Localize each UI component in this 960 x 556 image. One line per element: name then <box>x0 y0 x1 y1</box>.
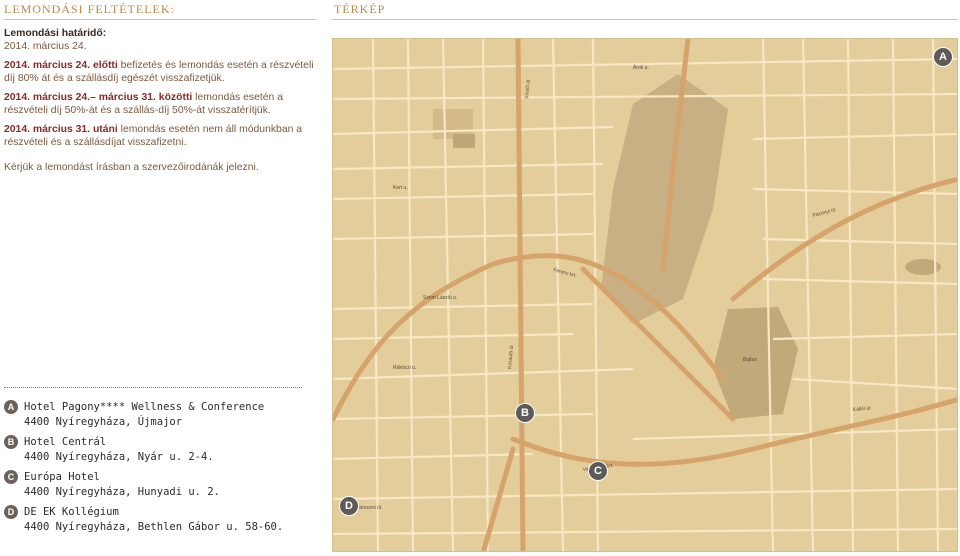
legend-item-d: D DE EK Kollégium 4400 Nyíregyháza, Beth… <box>4 505 304 540</box>
rule-before-date: 2014. március 24. előtti <box>4 60 118 71</box>
map-pin-b[interactable]: B <box>515 403 535 423</box>
rule-between-date: 2014. március 24.– március 31. közötti <box>4 92 193 103</box>
street-label: Szent László u. <box>423 295 457 301</box>
street-label: Kert u. <box>393 185 408 191</box>
conditions-divider <box>4 19 316 20</box>
street-label: Pazonyi út <box>812 207 837 219</box>
map-canvas: Sóstói út Kossuth út Árok u. Kert u. Sze… <box>333 39 957 551</box>
hotel-address: 4400 Nyíregyháza, Hunyadi u. 2. <box>24 486 220 498</box>
legend-separator <box>4 387 302 388</box>
hotel-address: 4400 Nyíregyháza, Bethlen Gábor u. 58-60… <box>24 521 284 533</box>
marker-d-icon: D <box>4 505 18 519</box>
map-pin-c[interactable]: C <box>588 461 608 481</box>
map-pin-a[interactable]: A <box>933 47 953 67</box>
conditions-text: Lemondási határidő: 2014. március 24. 20… <box>4 27 316 180</box>
hotel-name: Hotel Centrál <box>24 436 107 448</box>
marker-a-icon: A <box>4 400 18 414</box>
stadium-area <box>713 307 798 419</box>
rule-before: 2014. március 24. előtti befizetés és le… <box>4 59 316 85</box>
city-map[interactable]: Sóstói út Kossuth út Árok u. Kert u. Sze… <box>332 38 958 552</box>
legend-item-b: B Hotel Centrál 4400 Nyíregyháza, Nyár u… <box>4 435 304 470</box>
block-area <box>453 134 475 148</box>
street-label: Kállói út <box>853 405 872 413</box>
map-pin-d[interactable]: D <box>339 496 359 516</box>
street-label: Sóstói út <box>524 79 532 100</box>
rule-between: 2014. március 24.– március 31. közötti l… <box>4 91 316 117</box>
conditions-heading: LEMONDÁSI FELTÉTELEK: <box>4 2 175 16</box>
written-notice: Kérjük a lemondást írásban a szervezőiro… <box>4 162 259 173</box>
legend-item-a: A Hotel Pagony**** Wellness & Conference… <box>4 400 304 435</box>
rule-after: 2014. március 31. utáni lemondás esetén … <box>4 123 316 149</box>
marker-b-icon: B <box>4 435 18 449</box>
street-label: Árok u. <box>633 64 649 71</box>
street-label: Rákóczi u. <box>393 365 416 371</box>
street-label: Ferenc krt. <box>552 267 577 279</box>
hotel-legend: A Hotel Pagony**** Wellness & Conference… <box>4 400 304 540</box>
street-label: Kossuth út <box>507 345 515 370</box>
deadline-label: Lemondási határidő: <box>4 28 107 39</box>
hotel-name: DE EK Kollégium <box>24 506 119 518</box>
hotel-address: 4400 Nyíregyháza, Újmajor <box>24 416 183 428</box>
hotel-name: Európa Hotel <box>24 471 100 483</box>
legend-item-c: C Európa Hotel 4400 Nyíregyháza, Hunyadi… <box>4 470 304 505</box>
street-label: Bujtos <box>743 357 757 363</box>
park-area <box>601 74 728 324</box>
deadline-date: 2014. március 24. <box>4 41 87 52</box>
map-divider <box>332 19 958 20</box>
map-heading: TÉRKÉP <box>334 2 386 16</box>
hotel-address: 4400 Nyíregyháza, Nyár u. 2-4. <box>24 451 214 463</box>
hotel-name: Hotel Pagony**** Wellness & Conference <box>24 401 265 413</box>
marker-c-icon: C <box>4 470 18 484</box>
rule-after-date: 2014. március 31. utáni <box>4 124 118 135</box>
